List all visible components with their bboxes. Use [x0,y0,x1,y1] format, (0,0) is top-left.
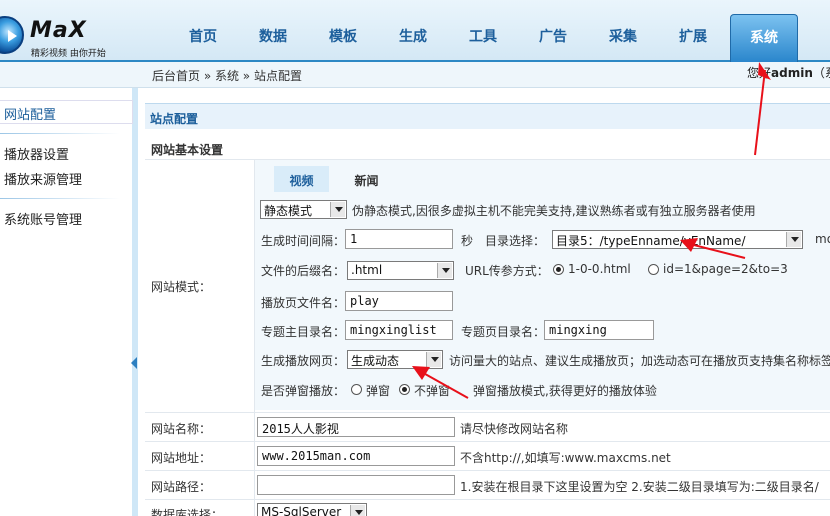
breadcrumb: 后台首页 » 系统 » 站点配置 [152,69,302,83]
popup-option-no: 不弹窗 [414,384,451,398]
sidebar-item-player-settings[interactable]: 播放器设置 [4,144,69,163]
dropdown-arrow-icon [437,263,452,278]
url-param-option-2: id=1&page=2&to=3 [663,262,788,276]
tab-video[interactable]: 视频 [274,166,329,192]
suffix-label: 文件的后缀名： [261,264,346,278]
dir-value: 目录5：/typeEnname/vEnName/ [556,234,746,248]
row-divider [145,470,830,471]
gen-play-hint: 访问量大的站点、建议生成播放页；加选动态可在播放页支持集名称标签 [449,354,830,368]
topic-page-dir-input[interactable]: mingxing [544,320,654,340]
nav-system[interactable]: 系统 [730,14,798,62]
sidebar-divider [0,133,120,134]
header: MaX 精彩视频 由你开始 首页 数据 模板 生成 工具 广告 采集 扩展 系统 [0,0,830,62]
play-filename-input[interactable]: play [345,291,453,311]
dropdown-arrow-icon [786,232,801,247]
play-icon [8,30,17,42]
nav-collect[interactable]: 采集 [590,26,656,46]
main-panel: 站点配置 网站基本设置 网站模式： 视频 新闻 静态模式 伪静态模式,因很多虚拟… [145,98,830,516]
dir-label: 目录选择： [485,234,546,248]
dropdown-arrow-icon [330,202,345,217]
topic-dir-label: 专题主目录名： [261,325,346,339]
suffix-select[interactable]: .html [347,261,454,280]
nav-template[interactable]: 模板 [310,26,376,46]
popup-radio-no[interactable] [399,384,410,395]
sidebar-item-site-config[interactable]: 网站配置 [0,100,133,124]
collapse-arrow-icon[interactable] [131,357,137,369]
sidebar-item-accounts[interactable]: 系统账号管理 [4,209,82,228]
nav-generate[interactable]: 生成 [380,26,446,46]
nav-tools[interactable]: 工具 [450,26,516,46]
popup-option-yes: 弹窗 [366,384,391,398]
site-mode-box: 视频 新闻 静态模式 伪静态模式,因很多虚拟主机不能完美支持,建议熟练者或有独立… [255,160,830,410]
sidebar-item-play-source[interactable]: 播放来源管理 [4,169,82,188]
row-divider [145,441,830,442]
greeting-suffix: （系 [812,66,830,80]
site-name-hint: 请尽快修改网站名称 [460,422,569,436]
topic-dir-input[interactable]: mingxinglist [345,320,453,340]
nav-ads[interactable]: 广告 [520,26,586,46]
dropdown-arrow-icon [350,505,365,516]
nav-home[interactable]: 首页 [170,26,236,46]
url-param-label: URL传参方式： [465,264,549,278]
tab-news[interactable]: 新闻 [339,166,394,192]
site-url-hint: 不含http://,如填写:www.maxcms.net [460,451,671,465]
site-url-label: 网站地址： [151,451,212,465]
static-mode-hint: 伪静态模式,因很多虚拟主机不能完美支持,建议熟练者或有独立服务器者使用 [352,204,756,218]
db-value: MS-SqlServer [261,505,342,516]
row-divider [145,412,830,413]
topic-page-dir-label: 专题页目录名： [461,325,546,339]
suffix-value: .html [351,263,383,277]
site-path-hint: 1.安装在根目录下这里设置为空 2.安装二级目录填写为:二级目录名/ [460,480,819,494]
site-path-input[interactable] [257,475,455,495]
nav-extend[interactable]: 扩展 [660,26,726,46]
site-url-input[interactable]: www.2015man.com [257,446,455,466]
url-param-radio-1[interactable] [553,264,564,275]
popup-radio-yes[interactable] [351,384,362,395]
interval-unit: 秒 [461,234,474,248]
dropdown-arrow-icon [426,352,441,367]
greeting-prefix: 您好 [747,66,772,80]
static-mode-select[interactable]: 静态模式 [260,200,347,219]
dir-select[interactable]: 目录5：/typeEnname/vEnName/ [552,230,803,249]
gen-play-value: 生成动态 [351,354,400,368]
sidebar-divider [0,198,120,199]
interval-input[interactable]: 1 [345,229,453,249]
row-divider [145,499,830,500]
popup-label: 是否弹窗播放： [261,384,346,398]
logo-slogan: 精彩视频 由你开始 [31,49,106,59]
user-greeting: 您好admin（系 [747,64,830,81]
static-mode-value: 静态模式 [264,204,313,218]
section-title: 网站基本设置 [151,143,224,157]
dir-overflow-text: mo [815,232,830,246]
site-name-input[interactable]: 2015人人影视 [257,417,455,437]
gen-play-label: 生成播放网页： [261,354,346,368]
username[interactable]: admin [771,66,813,80]
play-filename-label: 播放页文件名： [261,296,346,310]
popup-hint: 弹窗播放模式,获得更好的播放体验 [473,384,657,398]
sidebar: 网站配置 播放器设置 播放来源管理 系统账号管理 [0,88,138,516]
site-name-label: 网站名称： [151,422,212,436]
db-label: 数据库选择： [151,508,224,516]
logo-text: MaX [30,18,87,43]
url-param-option-1: 1-0-0.html [568,262,631,276]
interval-label: 生成时间间隔： [261,234,346,248]
gen-play-select[interactable]: 生成动态 [347,350,443,369]
site-mode-label: 网站模式： [151,280,212,294]
site-path-label: 网站路径： [151,480,212,494]
panel-title: 站点配置 [145,103,830,129]
url-param-radio-2[interactable] [648,264,659,275]
breadcrumb-bar: 后台首页 » 系统 » 站点配置 您好admin（系 [0,62,830,88]
db-select[interactable]: MS-SqlServer [257,503,367,516]
logo[interactable]: MaX 精彩视频 由你开始 [0,6,120,59]
nav-data[interactable]: 数据 [240,26,306,46]
